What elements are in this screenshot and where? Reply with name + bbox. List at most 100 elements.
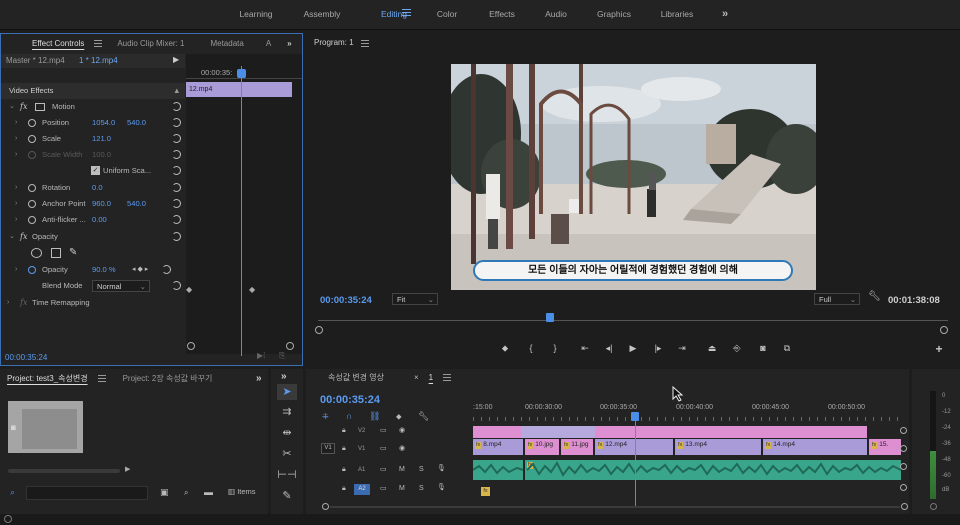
blend-mode-select[interactable]: Normal ⌄: [92, 280, 150, 292]
find-icon[interactable]: ⌕: [184, 488, 188, 498]
more-tabs-icon[interactable]: »: [280, 34, 298, 54]
clip-v1-10jpg[interactable]: fx 10.jpg: [525, 439, 559, 455]
collapse-icon[interactable]: ▲: [173, 83, 181, 99]
vertical-zoom-handle[interactable]: [900, 427, 907, 434]
panel-menu-icon[interactable]: [443, 373, 452, 383]
fx-icon[interactable]: fx: [20, 229, 27, 245]
extract-icon[interactable]: ⎆: [730, 343, 744, 354]
step-back-icon[interactable]: ◂|: [602, 343, 616, 354]
reset-icon[interactable]: [172, 215, 181, 224]
vertical-zoom-handle[interactable]: [900, 484, 907, 491]
rectangle-mask-icon[interactable]: [51, 248, 61, 258]
settings-wrench-icon[interactable]: 🔧︎: [868, 291, 881, 302]
microphone-icon[interactable]: 🎙︎: [437, 483, 446, 491]
position-x-value[interactable]: 1054.0: [92, 115, 115, 131]
reset-icon[interactable]: [172, 134, 181, 143]
lift-icon[interactable]: ⏏: [705, 343, 719, 354]
source-patch-v1[interactable]: V1: [321, 443, 335, 454]
track-label-v2[interactable]: V2: [358, 428, 365, 434]
reset-icon[interactable]: [172, 118, 181, 127]
reset-icon[interactable]: [172, 199, 181, 208]
ec-playhead[interactable]: [241, 66, 242, 356]
clip-v1-15[interactable]: fx 15.: [869, 439, 901, 455]
thumbnail-scrubber[interactable]: [8, 469, 120, 473]
master-label[interactable]: Master * 12.mp4: [6, 56, 65, 65]
stopwatch-icon[interactable]: [28, 119, 36, 127]
track-select-tool-icon[interactable]: ⇉: [277, 404, 297, 420]
workspace-tab-effects[interactable]: Effects: [470, 0, 534, 30]
panel-menu-icon[interactable]: [361, 40, 369, 49]
solo-meter-button[interactable]: [930, 503, 937, 510]
ellipse-mask-icon[interactable]: [31, 248, 42, 258]
lock-icon[interactable]: 🔒︎: [342, 485, 346, 493]
opacity-value[interactable]: 90.0 %: [92, 262, 116, 278]
more-workspaces-icon[interactable]: »: [722, 8, 728, 20]
add-button-icon[interactable]: +: [932, 342, 946, 356]
step-forward-icon[interactable]: |▸: [651, 343, 665, 354]
timeline-horizontal-scrollbar[interactable]: [322, 503, 908, 510]
reset-icon[interactable]: [172, 232, 181, 241]
v2-clip[interactable]: [521, 426, 595, 438]
sync-lock-icon[interactable]: ▭: [380, 444, 387, 452]
sync-lock-icon[interactable]: ▭: [380, 484, 387, 492]
tab-audio-clip-mixer[interactable]: Audio Clip Mixer: 1: [110, 34, 191, 54]
panel-menu-icon[interactable]: [94, 39, 103, 49]
clip-v1-13mp4[interactable]: fx 13.mp4: [675, 439, 761, 455]
comparison-view-icon[interactable]: ⧉: [780, 343, 794, 354]
clip-v1-12mp4[interactable]: fx 12.mp4: [595, 439, 673, 455]
tab-effect-controls[interactable]: Effect Controls: [25, 34, 91, 54]
workspace-tab-libraries[interactable]: Libraries: [650, 0, 704, 30]
twisty-open-icon[interactable]: ⌄: [9, 229, 15, 245]
twisty-icon[interactable]: ›: [15, 131, 17, 147]
uniform-scale-checkbox[interactable]: ✓: [91, 166, 100, 175]
opacity-section-row[interactable]: ⌄ fx Opacity: [1, 229, 185, 245]
export-icon[interactable]: ⎘: [279, 351, 285, 361]
linked-selection-icon[interactable]: ⛓︎: [369, 411, 380, 422]
play-icon[interactable]: ▶: [626, 343, 640, 354]
twisty-open-icon[interactable]: ⌄: [9, 99, 15, 115]
sync-lock-icon[interactable]: ▭: [380, 426, 387, 434]
snap-insert-icon[interactable]: ⁜: [322, 412, 329, 421]
workspace-menu-icon[interactable]: [402, 9, 411, 18]
lock-icon[interactable]: 🔒︎: [342, 445, 346, 453]
stopwatch-icon[interactable]: [28, 216, 36, 224]
more-tabs-icon[interactable]: »: [281, 371, 287, 382]
timeline-ruler[interactable]: :15:00 00:00:30:00 00:00:35:00 00:00:40:…: [473, 399, 901, 423]
program-video-frame[interactable]: 모든 이들의 자아는 어릴적에 경험했던 경험에 의해: [451, 64, 816, 290]
reset-icon[interactable]: [172, 183, 181, 192]
source-patch-a2[interactable]: A2: [354, 484, 370, 495]
media-thumbnail[interactable]: ◙: [8, 401, 83, 453]
twisty-icon[interactable]: ›: [15, 262, 17, 278]
reset-icon[interactable]: [172, 281, 181, 290]
workspace-tab-color[interactable]: Color: [424, 0, 470, 30]
program-scrub-bar[interactable]: [318, 313, 948, 325]
tab-metadata[interactable]: Metadata: [203, 34, 250, 54]
mute-button[interactable]: M: [399, 466, 405, 473]
motion-row[interactable]: ⌄ fx Motion: [1, 99, 185, 115]
more-tabs-icon[interactable]: »: [256, 373, 262, 384]
rotation-value[interactable]: 0.0: [92, 180, 103, 196]
twisty-icon[interactable]: ›: [15, 115, 17, 131]
subtitle-caption[interactable]: 모든 이들의 자아는 어릴적에 경험했던 경험에 의해: [473, 260, 793, 281]
a2-fx-badge[interactable]: fx: [481, 487, 490, 496]
track-label-a1[interactable]: A1: [358, 467, 365, 473]
program-title[interactable]: Program: 1: [314, 38, 354, 47]
time-remapping-row[interactable]: › fx Time Remapping: [1, 295, 185, 311]
snap-magnet-icon[interactable]: ∩: [346, 411, 352, 421]
effect-controls-timeline[interactable]: 00:00:35: 12.mp4 ◆ ◆: [186, 54, 302, 356]
clip-v1-11jpg[interactable]: fx 11.jpg: [561, 439, 593, 455]
program-playhead[interactable]: [546, 313, 554, 322]
new-bin-icon[interactable]: ▣: [160, 487, 169, 498]
workspace-tab-assembly[interactable]: Assembly: [280, 0, 364, 30]
twisty-icon[interactable]: ›: [7, 295, 9, 311]
add-marker-icon[interactable]: ⬥: [396, 412, 402, 422]
timeline-tracks[interactable]: fx 8.mp4 fx 10.jpg fx 11.jpg fx 12.mp4 fx 13.…: [473, 419, 901, 506]
ec-current-time[interactable]: 00:00:35:24: [5, 353, 47, 362]
twisty-icon[interactable]: ›: [15, 212, 17, 228]
play-triangle-icon[interactable]: ▶: [125, 465, 130, 473]
scale-value[interactable]: 121.0: [92, 131, 111, 147]
export-frame-camera-icon[interactable]: ◙: [756, 343, 770, 353]
lock-icon[interactable]: 🔒︎: [342, 427, 346, 435]
solo-button[interactable]: S: [419, 485, 424, 492]
timeline-timecode[interactable]: 00:00:35:24: [320, 394, 380, 406]
